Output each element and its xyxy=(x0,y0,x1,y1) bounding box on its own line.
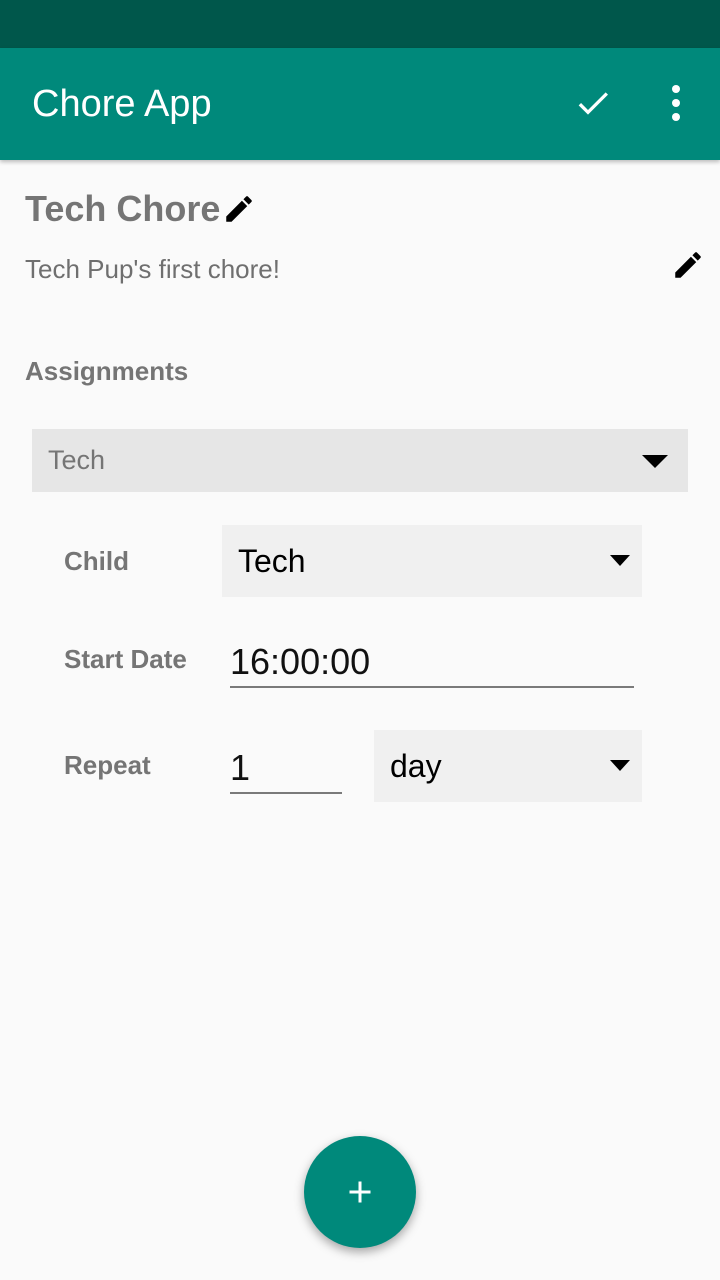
dropdown-arrow-icon xyxy=(610,555,630,566)
child-selected-value: Tech xyxy=(238,543,306,579)
assignments-heading: Assignments xyxy=(25,356,189,386)
app-bar: Chore App xyxy=(0,48,720,160)
assignment-dropdown[interactable]: Tech xyxy=(32,429,688,492)
child-dropdown[interactable]: Tech xyxy=(222,525,642,597)
chore-title: Tech Chore xyxy=(25,188,221,229)
assignment-selected-value: Tech xyxy=(48,445,106,475)
check-icon[interactable] xyxy=(568,78,618,128)
dropdown-arrow-icon xyxy=(610,760,630,771)
start-date-input[interactable] xyxy=(230,638,634,688)
start-date-label: Start Date xyxy=(64,644,187,674)
repeat-count-input[interactable] xyxy=(230,744,342,794)
add-assignment-button[interactable] xyxy=(304,1136,416,1248)
chore-editor: Tech Chore Tech Pup's first chore! Assig… xyxy=(0,160,720,1280)
status-bar xyxy=(0,0,720,48)
more-vert-icon[interactable] xyxy=(656,78,696,128)
repeat-unit-dropdown[interactable]: day xyxy=(374,730,642,802)
edit-title-icon[interactable] xyxy=(222,192,256,226)
repeat-unit-value: day xyxy=(390,748,442,784)
add-icon xyxy=(349,1181,371,1203)
chore-description: Tech Pup's first chore! xyxy=(25,254,280,284)
edit-description-icon[interactable] xyxy=(671,248,705,282)
repeat-label: Repeat xyxy=(64,750,151,780)
app-title: Chore App xyxy=(32,83,212,125)
dropdown-arrow-icon xyxy=(642,455,668,468)
child-label: Child xyxy=(64,546,129,576)
